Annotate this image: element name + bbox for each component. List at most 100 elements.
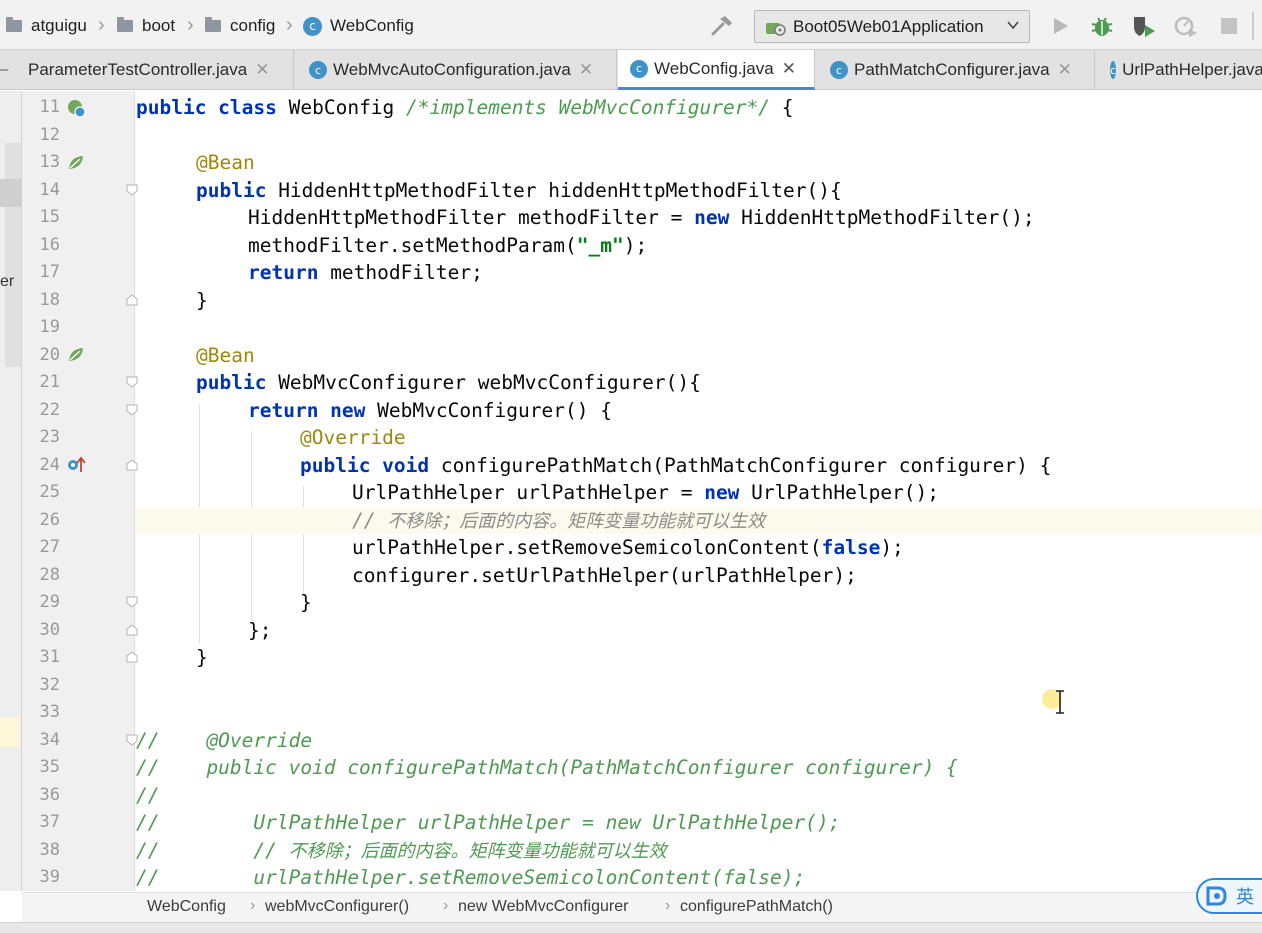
code-breadcrumb-item[interactable]: WebConfig: [147, 898, 226, 916]
profile-icon[interactable]: [1173, 13, 1199, 39]
code-line-31: }: [196, 644, 1262, 671]
line-number: 31: [39, 647, 60, 667]
code-token: return: [248, 261, 319, 284]
code-breadcrumb-item[interactable]: configurePathMatch(): [680, 898, 833, 916]
code-breadcrumb-bar: WebConfig › webMvcConfigurer() › new Web…: [22, 892, 1262, 922]
editor-tab-bar: – ParameterTestController.java ✕ c WebMv…: [0, 50, 1262, 90]
tab-pathmatchconfigurer[interactable]: c PathMatchConfigurer.java ✕: [816, 50, 1095, 90]
breadcrumb-item-boot[interactable]: boot: [117, 14, 175, 38]
code-comment: //: [136, 784, 160, 807]
code-line-22: return new WebMvcConfigurer() {: [248, 397, 1262, 424]
tab-label: WebConfig.java: [654, 58, 774, 78]
project-tree-selection: [0, 179, 22, 207]
code-line-21: public WebMvcConfigurer webMvcConfigurer…: [196, 369, 1262, 396]
code-token: );: [880, 536, 904, 559]
line-number: 35: [39, 757, 60, 777]
build-hammer-icon[interactable]: [710, 14, 736, 38]
code-line-29: }: [300, 589, 1262, 616]
project-tree-highlight: [0, 717, 20, 747]
text-cursor-icon: [1056, 690, 1064, 714]
code-line-16: methodFilter.setMethodParam("_m");: [248, 232, 1262, 259]
run-icon[interactable]: [1047, 13, 1073, 39]
code-line-39: // urlPathHelper.setRemoveSemicolonConte…: [136, 864, 1262, 891]
code-token: HiddenHttpMethodFilter methodFilter =: [248, 206, 695, 229]
code-token: public class: [136, 96, 277, 119]
stop-icon[interactable]: [1216, 13, 1242, 39]
tab-webmvcautoconfiguration[interactable]: c WebMvcAutoConfiguration.java ✕: [295, 50, 617, 90]
debug-icon[interactable]: [1089, 13, 1115, 39]
code-line-28: configurer.setUrlPathHelper(urlPathHelpe…: [352, 562, 1262, 589]
line-number: 15: [39, 207, 60, 227]
chevron-down-icon: [1007, 21, 1019, 30]
code-token: UrlPathHelper();: [739, 481, 940, 504]
breadcrumb-label: atguigu: [31, 16, 87, 35]
line-number: 38: [39, 840, 60, 860]
line-number: 13: [39, 152, 60, 172]
line-number: 39: [39, 867, 60, 887]
code-token: {: [769, 96, 794, 119]
code-token: };: [248, 619, 272, 642]
breadcrumb-item-config[interactable]: config: [205, 14, 275, 38]
code-token: configurePathMatch(PathMatchConfigurer c…: [429, 454, 1052, 477]
code-token: }: [300, 591, 312, 614]
code-comment: //: [352, 509, 388, 532]
code-token: methodFilter.setMethodParam(: [248, 234, 577, 257]
code-comment: 不移除；后面的内容。矩阵变量功能就可以生效: [288, 841, 667, 862]
folder-icon: [205, 17, 221, 32]
code-token: }: [196, 289, 208, 312]
run-configuration-selector[interactable]: Boot05Web01Application: [754, 10, 1030, 43]
code-line-26: // 不移除；后面的内容。矩阵变量功能就可以生效: [136, 507, 1262, 534]
code-token: public: [196, 179, 267, 202]
code-token: public: [196, 371, 267, 394]
line-number: 18: [39, 290, 60, 310]
close-icon[interactable]: ✕: [579, 60, 593, 80]
tab-scroll-left-icon[interactable]: –: [0, 60, 14, 80]
breadcrumb-separator: ›: [250, 897, 256, 914]
override-method-icon[interactable]: [66, 455, 86, 475]
line-number: 23: [39, 427, 60, 447]
code-token: HiddenHttpMethodFilter();: [729, 206, 1035, 229]
code-line-13: @Bean: [196, 149, 1262, 176]
code-token: HiddenHttpMethodFilter hiddenHttpMethodF…: [266, 179, 842, 202]
line-number: 29: [39, 592, 60, 612]
close-icon[interactable]: ✕: [1058, 60, 1072, 80]
close-icon[interactable]: ✕: [255, 60, 269, 80]
code-token: public void: [300, 454, 430, 477]
spring-bean-icon[interactable]: [66, 153, 86, 173]
line-number: 25: [39, 482, 60, 502]
code-token: WebMvcConfigurer() {: [365, 399, 612, 422]
toolbar-divider: [1252, 12, 1254, 40]
folder-icon: [117, 17, 133, 32]
code-line-11: public class WebConfig /*implements WebM…: [136, 94, 1262, 121]
close-icon[interactable]: ✕: [782, 59, 796, 79]
breadcrumb-separator: ›: [443, 897, 449, 914]
breadcrumb-item-webconfig[interactable]: c WebConfig: [303, 14, 414, 38]
code-token: false: [821, 536, 881, 559]
code-comment: // urlPathHelper.setRemoveSemicolonConte…: [136, 866, 806, 889]
input-method-badge[interactable]: 英: [1196, 878, 1262, 914]
code-comment: 不移除；后面的内容。矩阵变量功能就可以生效: [387, 511, 766, 532]
tab-urlpathhelper[interactable]: c UrlPathHelper.java: [1096, 50, 1262, 90]
code-breadcrumb-item[interactable]: webMvcConfigurer(): [265, 898, 409, 916]
navigation-bar: atguigu › boot › config › c WebConfig Bo…: [0, 0, 1262, 50]
line-number: 12: [39, 125, 60, 145]
code-token: }: [196, 646, 208, 669]
tab-parametertestcontroller[interactable]: ParameterTestController.java ✕: [16, 50, 294, 90]
project-tree-partial-label: er: [0, 273, 15, 290]
tab-webconfig[interactable]: c WebConfig.java ✕: [618, 50, 815, 90]
breadcrumb-label: WebConfig: [330, 16, 414, 35]
run-configuration-label: Boot05Web01Application: [793, 16, 984, 36]
code-line-23: @Override: [300, 424, 1262, 451]
code-annotation: @Bean: [196, 151, 255, 174]
run-with-coverage-icon[interactable]: [1131, 13, 1157, 39]
breadcrumb-item-atguigu[interactable]: atguigu: [6, 14, 87, 38]
code-breadcrumb-item[interactable]: new WebMvcConfigurer: [458, 898, 628, 916]
spring-bean-icon[interactable]: [66, 345, 86, 365]
spring-boot-icon: [766, 22, 786, 36]
spring-configuration-icon[interactable]: [66, 98, 86, 118]
code-line-18: }: [196, 287, 1262, 314]
line-number: 26: [39, 510, 60, 530]
code-editor[interactable]: public class WebConfig /*implements WebM…: [136, 91, 1262, 891]
code-comment: // public void configurePathMatch(PathMa…: [136, 756, 958, 779]
code-token: return new: [248, 399, 366, 422]
